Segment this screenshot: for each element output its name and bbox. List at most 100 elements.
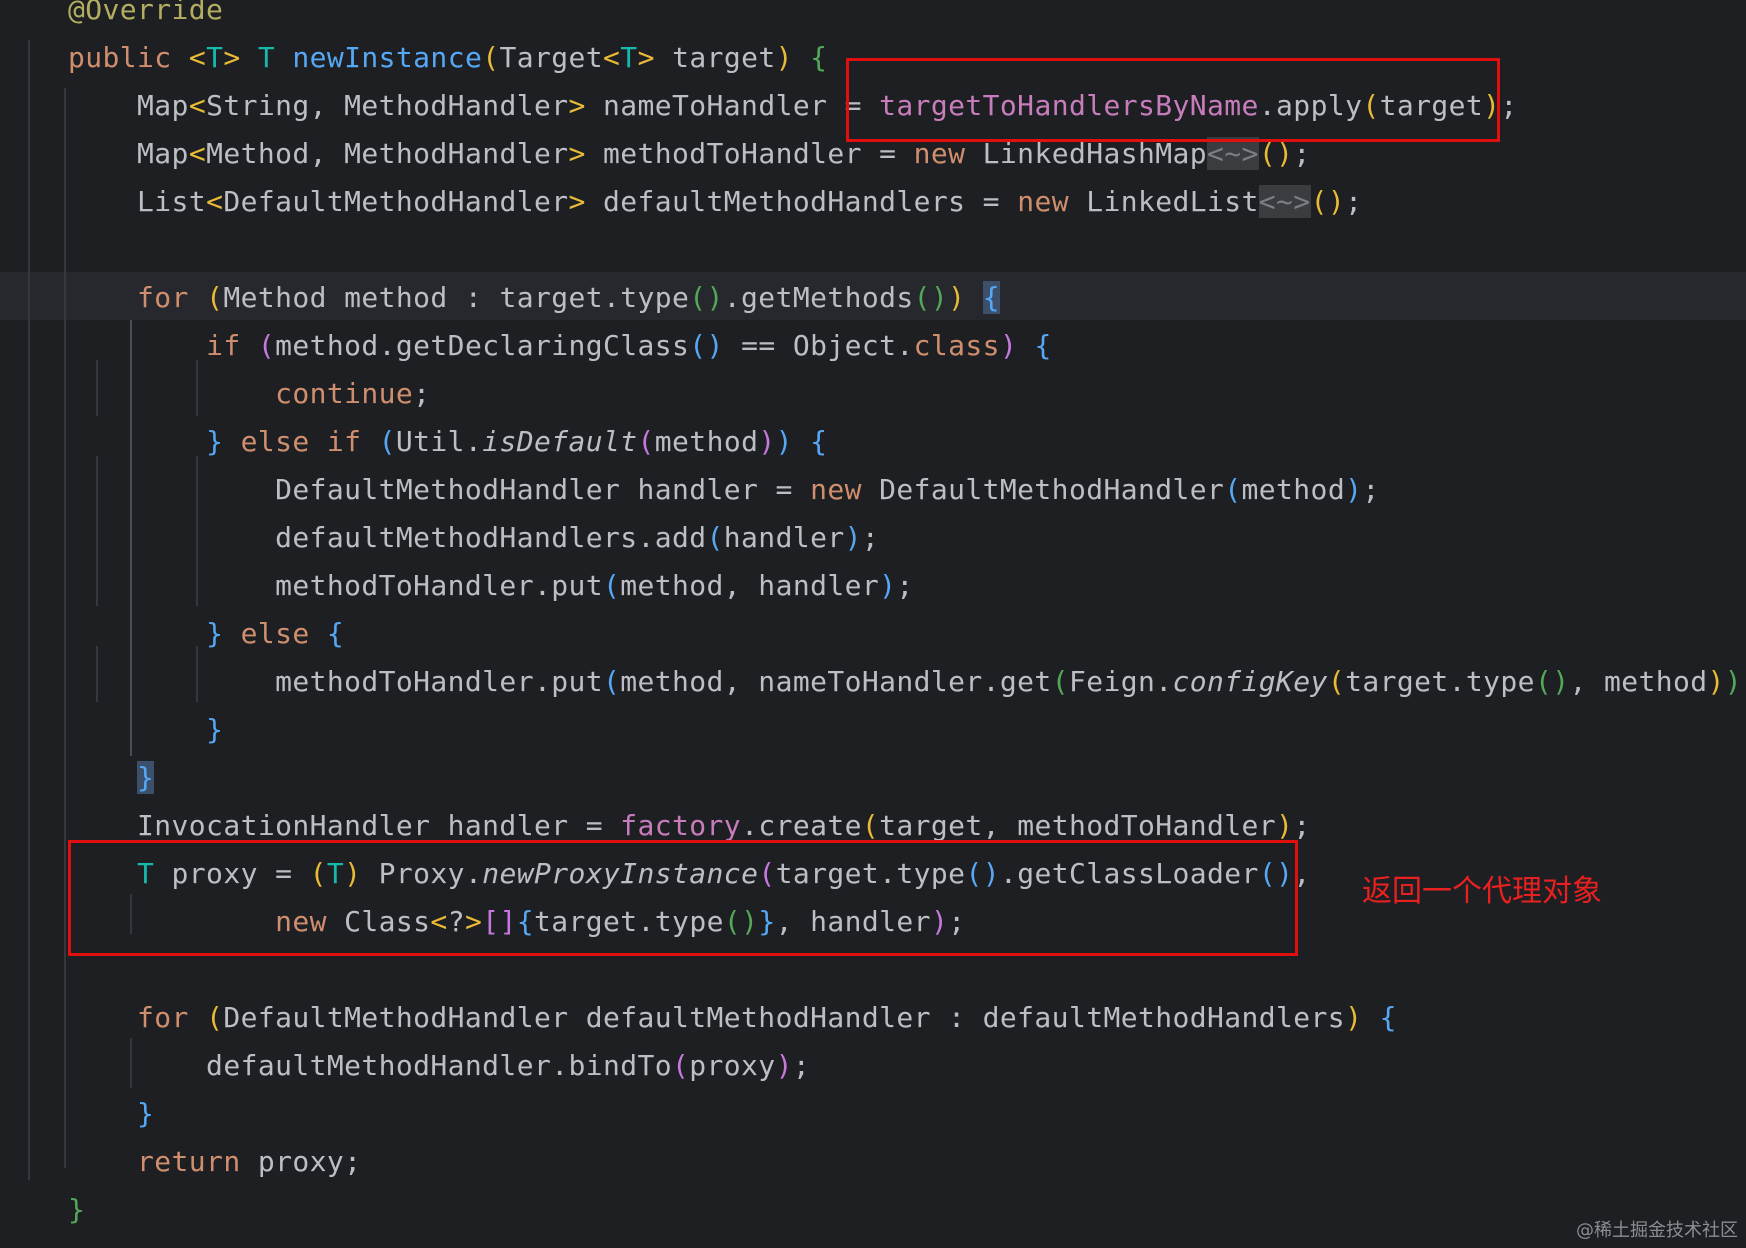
code-token: ) bbox=[1742, 665, 1746, 698]
code-token: T bbox=[620, 41, 638, 74]
code-token: () bbox=[689, 329, 724, 362]
code-token: List bbox=[68, 185, 207, 218]
code-line[interactable]: defaultMethodHandlers.add(handler); bbox=[68, 514, 879, 562]
code-token: defaultMethodHandlers = bbox=[603, 185, 1018, 218]
code-line[interactable]: } else if (Util.isDefault(method)) { bbox=[68, 418, 827, 466]
code-line[interactable]: public <T> T newInstance(Target<T> targe… bbox=[68, 34, 827, 82]
code-line[interactable]: } bbox=[68, 706, 223, 754]
code-token: isDefault bbox=[482, 425, 638, 458]
code-token: ) bbox=[775, 425, 811, 458]
code-token: new bbox=[810, 473, 880, 506]
code-token: <~> bbox=[1258, 185, 1311, 218]
code-token: target.type bbox=[1345, 665, 1535, 698]
code-token: < bbox=[188, 89, 207, 122]
code-token: for bbox=[137, 1001, 207, 1034]
code-token: ( bbox=[482, 41, 500, 74]
code-token: ( bbox=[602, 569, 621, 602]
code-token: newInstance bbox=[292, 41, 483, 74]
code-token: ) bbox=[1345, 473, 1363, 506]
code-token: ) bbox=[948, 281, 966, 314]
code-token: { bbox=[326, 617, 345, 650]
code-line[interactable]: methodToHandler.put(method, nameToHandle… bbox=[68, 658, 1746, 706]
code-line[interactable]: return proxy; bbox=[68, 1138, 361, 1186]
code-token: () bbox=[689, 281, 724, 314]
code-token: () bbox=[1310, 185, 1346, 218]
code-token: > bbox=[637, 41, 673, 74]
code-line[interactable]: if (method.getDeclaringClass() == Object… bbox=[68, 322, 1052, 370]
code-token: target bbox=[672, 41, 776, 74]
code-token: } bbox=[206, 713, 224, 746]
code-token: ( bbox=[206, 1001, 224, 1034]
code-line[interactable]: defaultMethodHandler.bindTo(proxy); bbox=[68, 1042, 810, 1090]
code-token: T bbox=[206, 41, 224, 74]
code-line[interactable]: } bbox=[68, 754, 155, 802]
code-token: < bbox=[206, 185, 224, 218]
code-line[interactable]: methodToHandler.put(method, handler); bbox=[68, 562, 914, 610]
code-token: { bbox=[1034, 329, 1052, 362]
code-line[interactable]: @Override bbox=[68, 0, 223, 34]
code-token: ( bbox=[861, 809, 880, 842]
code-line[interactable]: DefaultMethodHandler handler = new Defau… bbox=[68, 466, 1380, 514]
code-token: ( bbox=[257, 329, 276, 362]
code-line[interactable]: for (Method method : target.type().getMe… bbox=[68, 274, 1000, 322]
code-token: factory bbox=[620, 809, 742, 842]
watermark: @稀土掘金技术社区 bbox=[1576, 1220, 1738, 1241]
code-token: ) bbox=[758, 425, 776, 458]
code-token: DefaultMethodHandler defaultMethodHandle… bbox=[223, 1001, 1346, 1034]
code-token: ) bbox=[879, 569, 897, 602]
code-token: nameToHandler = bbox=[603, 89, 880, 122]
code-token: String, MethodHandler bbox=[206, 89, 569, 122]
code-token: class bbox=[913, 329, 1000, 362]
code-token: ( bbox=[206, 281, 224, 314]
code-line[interactable]: } bbox=[68, 1186, 85, 1234]
indent-guide bbox=[64, 88, 66, 1168]
code-token: else if bbox=[240, 425, 379, 458]
code-token: < bbox=[188, 41, 207, 74]
code-line[interactable]: List<DefaultMethodHandler> defaultMethod… bbox=[68, 178, 1362, 226]
code-token: ( bbox=[637, 425, 655, 458]
annotation-note: 返回一个代理对象 bbox=[1362, 874, 1602, 909]
code-token: defaultMethodHandler.bindTo bbox=[68, 1049, 673, 1082]
code-token: ; bbox=[1500, 89, 1518, 122]
code-token: Util. bbox=[395, 425, 483, 458]
code-token: } bbox=[137, 1097, 155, 1130]
code-token: handler bbox=[723, 521, 845, 554]
code-line[interactable]: for (DefaultMethodHandler defaultMethodH… bbox=[68, 994, 1397, 1042]
code-token: ( bbox=[672, 1049, 690, 1082]
code-token: , method bbox=[1569, 665, 1708, 698]
code-line[interactable]: continue; bbox=[68, 370, 430, 418]
code-token: ) bbox=[1707, 665, 1725, 698]
code-token: DefaultMethodHandler bbox=[223, 185, 569, 218]
code-token: { bbox=[810, 425, 828, 458]
code-token: ; bbox=[792, 1049, 811, 1082]
code-token: Map bbox=[68, 89, 189, 122]
code-token: if bbox=[206, 329, 258, 362]
code-token: ; bbox=[861, 521, 880, 554]
code-token: new bbox=[1017, 185, 1087, 218]
code-token: DefaultMethodHandler bbox=[879, 473, 1225, 506]
code-token: Method method : target.type bbox=[223, 281, 690, 314]
highlight-box-handlers-by-name bbox=[846, 58, 1500, 142]
code-token: { bbox=[982, 281, 1000, 314]
code-line[interactable]: } bbox=[68, 1090, 154, 1138]
code-token: < bbox=[188, 137, 207, 170]
code-token: ) bbox=[999, 329, 1035, 362]
code-token: ; bbox=[1362, 473, 1380, 506]
code-token: ) bbox=[1276, 809, 1294, 842]
code-token: ; bbox=[1345, 185, 1363, 218]
code-token: method bbox=[654, 425, 759, 458]
code-line[interactable]: } else { bbox=[68, 610, 344, 658]
code-token: ( bbox=[1051, 665, 1069, 698]
code-editor[interactable]: @Override public <T> T newInstance(Target… bbox=[0, 0, 1746, 1248]
code-token: DefaultMethodHandler handler = bbox=[68, 473, 811, 506]
code-token: configKey bbox=[1172, 665, 1328, 698]
code-token: ( bbox=[1327, 665, 1346, 698]
code-token: ) bbox=[844, 521, 862, 554]
code-token: defaultMethodHandlers.add bbox=[68, 521, 707, 554]
